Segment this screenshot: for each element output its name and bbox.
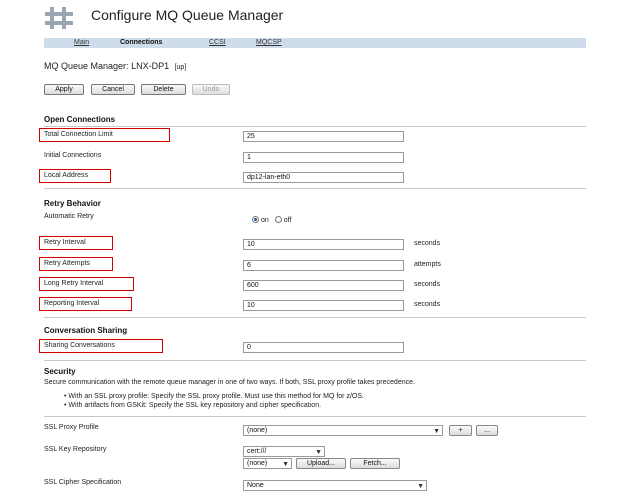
ssl-cipher-specification-label: SSL Cipher Specification xyxy=(44,479,122,486)
retry-off-label: off xyxy=(283,217,292,224)
reporting-interval-field[interactable]: 10 xyxy=(243,300,404,311)
retry-behavior-title: Retry Behavior xyxy=(44,199,101,208)
retry-interval-unit: seconds xyxy=(414,240,441,247)
retry-on-label: on xyxy=(261,217,269,224)
list-item: • With artifacts from GSKit: Specify the… xyxy=(64,402,322,409)
local-address-field[interactable]: dp12-lan-eth0 xyxy=(243,172,404,183)
long-retry-interval-unit: seconds xyxy=(414,281,441,288)
divider xyxy=(44,360,586,361)
conversation-sharing-title: Conversation Sharing xyxy=(44,326,128,335)
security-title: Security xyxy=(44,367,76,376)
security-description: Secure communication with the remote que… xyxy=(44,379,415,386)
queue-manager-name: LNX-DP1 xyxy=(131,61,170,71)
reporting-interval-label: Reporting Interval xyxy=(44,300,100,307)
tab-mqcsp[interactable]: MQCSP xyxy=(256,39,282,46)
page-title: Configure MQ Queue Manager xyxy=(91,7,284,23)
edit-ssl-proxy-profile-button[interactable]: ... xyxy=(476,425,498,436)
apply-button[interactable]: Apply xyxy=(44,84,84,95)
fetch-button[interactable]: Fetch... xyxy=(350,458,400,469)
ssl-proxy-profile-label: SSL Proxy Profile xyxy=(44,424,99,431)
retry-interval-field[interactable]: 10 xyxy=(243,239,404,250)
divider xyxy=(44,126,586,127)
reporting-interval-unit: seconds xyxy=(414,301,441,308)
chevron-down-icon: ▼ xyxy=(282,461,289,468)
total-connection-limit-label: Total Connection Limit xyxy=(44,131,113,138)
tab-bar: Main Connections CCSI MQCSP xyxy=(44,38,586,48)
status-badge: [up] xyxy=(174,64,187,71)
initial-connections-label: Initial Connections xyxy=(44,152,102,159)
queue-manager-icon xyxy=(45,7,73,29)
automatic-retry-label: Automatic Retry xyxy=(44,213,94,220)
upload-button[interactable]: Upload... xyxy=(296,458,346,469)
initial-connections-field[interactable]: 1 xyxy=(243,152,404,163)
retry-attempts-unit: attempts xyxy=(414,261,441,268)
ssl-key-repository-label: SSL Key Repository xyxy=(44,446,107,453)
tab-main[interactable]: Main xyxy=(74,39,89,46)
retry-attempts-field[interactable]: 6 xyxy=(243,260,404,271)
cancel-button[interactable]: Cancel xyxy=(91,84,135,95)
ssl-key-repository-value: (none) xyxy=(247,460,268,467)
delete-button[interactable]: Delete xyxy=(141,84,186,95)
total-connection-limit-field[interactable]: 25 xyxy=(243,131,404,142)
chevron-down-icon: ▼ xyxy=(417,483,424,490)
sharing-conversations-label: Sharing Conversations xyxy=(44,342,115,349)
sharing-conversations-field[interactable]: 0 xyxy=(243,342,404,353)
automatic-retry-radio-group: on off xyxy=(252,216,291,224)
add-ssl-proxy-profile-button[interactable]: + xyxy=(449,425,472,436)
long-retry-interval-label: Long Retry Interval xyxy=(44,280,104,287)
ssl-cipher-specification-value: None xyxy=(247,482,264,489)
long-retry-interval-field[interactable]: 600 xyxy=(243,280,404,291)
chevron-down-icon: ▼ xyxy=(315,449,322,456)
undo-button[interactable]: Undo xyxy=(192,84,230,95)
ssl-proxy-profile-select[interactable]: (none) ▼ xyxy=(243,425,443,436)
ssl-key-repository-scheme: cert:/// xyxy=(247,448,267,455)
list-item: • With an SSL proxy profile: Specify the… xyxy=(64,393,364,400)
retry-off-radio[interactable] xyxy=(274,216,282,223)
divider xyxy=(44,188,586,189)
local-address-label: Local Address xyxy=(44,172,88,179)
retry-attempts-label: Retry Attempts xyxy=(44,260,90,267)
ssl-cipher-specification-select[interactable]: None ▼ xyxy=(243,480,427,491)
open-connections-title: Open Connections xyxy=(44,115,116,124)
tab-ccsi[interactable]: CCSI xyxy=(209,39,226,46)
ssl-key-repository-scheme-select[interactable]: cert:/// ▼ xyxy=(243,446,325,457)
ssl-key-repository-file-select[interactable]: (none) ▼ xyxy=(243,458,292,469)
bullet-text: With an SSL proxy profile: Specify the S… xyxy=(68,393,364,400)
chevron-down-icon: ▼ xyxy=(433,428,440,435)
queue-manager-heading: MQ Queue Manager: LNX-DP1 [up] xyxy=(44,61,186,71)
divider xyxy=(44,317,586,318)
ssl-proxy-profile-value: (none) xyxy=(247,427,268,434)
tab-connections[interactable]: Connections xyxy=(120,39,162,46)
retry-interval-label: Retry Interval xyxy=(44,239,86,246)
divider xyxy=(44,416,586,417)
queue-manager-label: MQ Queue Manager: xyxy=(44,61,129,71)
retry-on-radio[interactable] xyxy=(252,216,259,223)
bullet-text: With artifacts from GSKit: Specify the S… xyxy=(68,402,322,409)
